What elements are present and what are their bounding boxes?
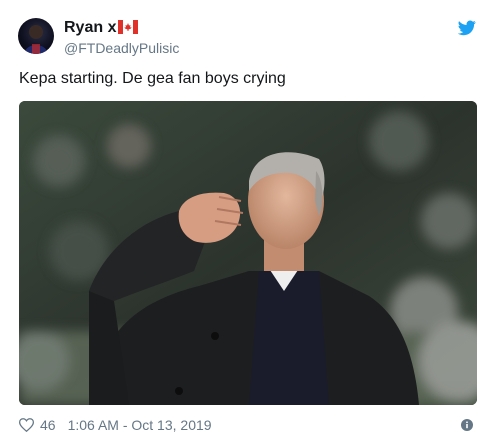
twitter-bird-icon[interactable] xyxy=(457,20,476,36)
tweet-footer: 46 1:06 AM - Oct 13, 2019 xyxy=(18,416,212,434)
user-handle[interactable]: @FTDeadlyPulisic xyxy=(64,40,179,56)
like-count: 46 xyxy=(40,417,56,433)
canada-flag-icon xyxy=(118,20,139,39)
tweet-photo[interactable] xyxy=(19,101,477,405)
tweet-text: Kepa starting. De gea fan boys crying xyxy=(19,70,286,87)
tweet-timestamp[interactable]: 1:06 AM - Oct 13, 2019 xyxy=(68,417,212,433)
display-name[interactable]: Ryan x xyxy=(64,19,139,39)
heart-icon[interactable] xyxy=(18,418,35,433)
display-name-text: Ryan x xyxy=(64,19,117,36)
avatar[interactable] xyxy=(18,18,54,54)
info-icon[interactable] xyxy=(461,418,473,431)
